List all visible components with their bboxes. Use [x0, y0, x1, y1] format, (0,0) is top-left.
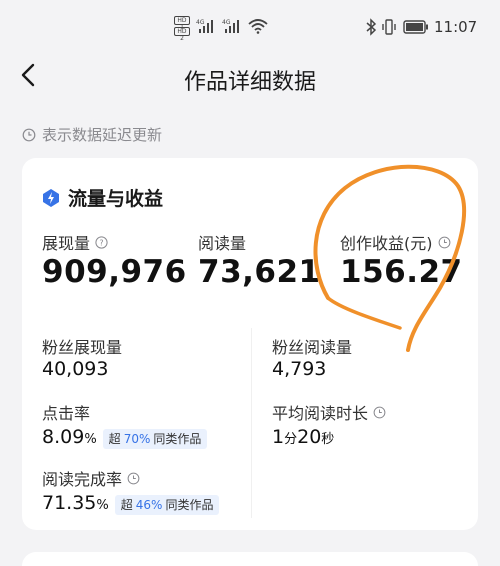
impressions-label-text: 展现量 [42, 234, 91, 253]
completion-rate-badge: 超 46% 同类作品 [114, 494, 220, 515]
avg-read-seconds: 20 [297, 426, 322, 448]
reads-label: 阅读量 [198, 234, 247, 253]
avg-read-time-label-text: 平均阅读时长 [272, 404, 369, 423]
page-title: 作品详细数据 [183, 70, 316, 95]
click-rate-label: 点击率 [42, 404, 91, 423]
battery-icon [403, 20, 428, 34]
clock-icon [438, 236, 450, 248]
badge-prefix: 超 [108, 432, 121, 446]
completion-rate-value: 71.35 [42, 492, 97, 514]
vibrate-icon [382, 19, 396, 35]
signal-icon: 4G [196, 19, 213, 33]
badge-prefix: 超 [120, 498, 133, 512]
click-rate-badge: 超 70% 同类作品 [102, 428, 208, 449]
badge-suffix: 同类作品 [165, 498, 214, 512]
network1-label: 4G [196, 19, 205, 26]
click-rate-row: 8.09% 超 70% 同类作品 [42, 426, 208, 449]
sim1-icon: HD 1 [174, 16, 190, 31]
bluetooth-icon [366, 18, 377, 36]
fan-impressions-label: 粉丝展现量 [42, 338, 123, 357]
avg-read-time-value: 1 分 20 秒 [272, 426, 334, 448]
badge-suffix: 同类作品 [153, 432, 202, 446]
flow-icon [43, 188, 59, 207]
section-title: 流量与收益 [68, 188, 164, 210]
traffic-revenue-card: 流量与收益 展现量 ? 909,976 阅读量 73,621 创作收益(元) 1… [22, 158, 478, 530]
signal-icon: 4G [222, 19, 239, 33]
impressions-label: 展现量 ? [42, 230, 108, 254]
avg-read-min-unit: 分 [284, 432, 298, 447]
column-divider [251, 328, 252, 518]
completion-rate-label: 阅读完成率 [42, 466, 140, 490]
fan-reads-value: 4,793 [272, 358, 327, 380]
note-text: 表示数据延迟更新 [42, 126, 163, 144]
svg-text:?: ? [99, 238, 103, 247]
fan-impressions-value: 40,093 [42, 358, 109, 380]
avg-read-sec-unit: 秒 [321, 432, 335, 447]
data-delay-note: 表示数据延迟更新 [22, 124, 162, 145]
help-icon[interactable]: ? [95, 235, 108, 249]
badge-percent: 46% [135, 497, 163, 512]
next-card [22, 552, 478, 566]
reads-value: 73,621 [198, 254, 321, 290]
clock-icon [373, 406, 386, 418]
clock-icon [22, 128, 36, 141]
badge-percent: 70% [123, 431, 151, 446]
network2-label: 4G [222, 19, 231, 26]
click-rate-value: 8.09 [42, 426, 85, 448]
completion-rate-unit: % [96, 498, 109, 513]
fan-reads-label: 粉丝阅读量 [272, 338, 353, 357]
revenue-label-text: 创作收益(元) [340, 234, 433, 253]
status-bar: HD 1 HD 2 4G 4G 11:07 [0, 0, 500, 52]
revenue-value: 156.27 [340, 254, 463, 290]
completion-rate-label-text: 阅读完成率 [42, 470, 123, 489]
impressions-value: 909,976 [42, 254, 187, 290]
section-header: 流量与收益 [42, 184, 163, 211]
wifi-icon [248, 19, 268, 34]
sim-indicators: HD 1 HD 2 [174, 16, 190, 42]
sim2-icon: HD 2 [174, 27, 190, 42]
revenue-label: 创作收益(元) [340, 230, 451, 254]
clock-icon [127, 472, 140, 484]
completion-rate-row: 71.35% 超 46% 同类作品 [42, 492, 220, 515]
click-rate-unit: % [84, 432, 97, 447]
avg-read-time-label: 平均阅读时长 [272, 400, 386, 424]
status-time: 11:07 [434, 18, 478, 36]
avg-read-minutes: 1 [272, 426, 285, 448]
